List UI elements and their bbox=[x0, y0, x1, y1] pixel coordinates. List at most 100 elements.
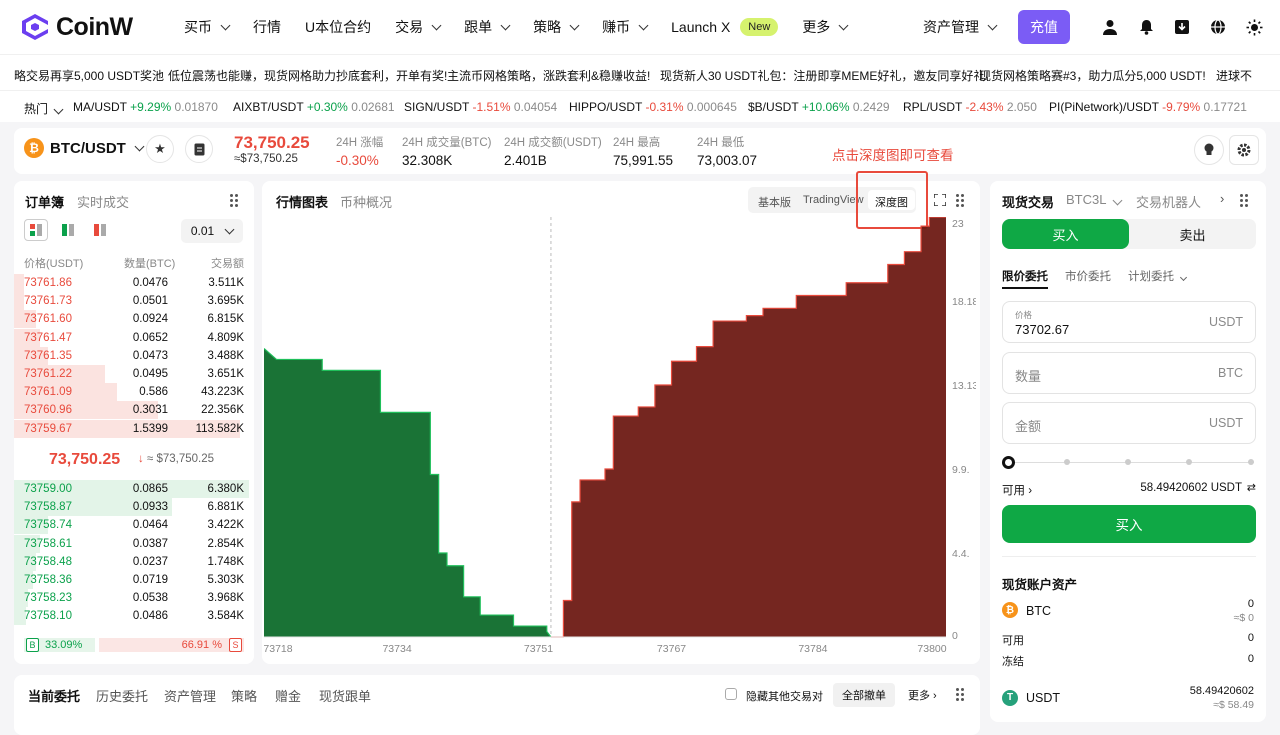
orderbook-row[interactable]: 73761.35 0.0473 3.488K bbox=[14, 346, 254, 365]
orderbook-row[interactable]: 73758.61 0.0387 2.854K bbox=[14, 534, 254, 553]
mode-tradingview[interactable]: TradingView bbox=[803, 194, 864, 206]
drag-handle-icon[interactable] bbox=[230, 194, 240, 207]
nav-item[interactable]: 策略 bbox=[521, 0, 590, 54]
market-ticker-item[interactable]: SIGN/USDT -1.51% 0.04054 bbox=[404, 100, 557, 114]
orderbook-row[interactable]: 73759.00 0.0865 6.380K bbox=[14, 480, 254, 498]
drag-handle-icon[interactable] bbox=[956, 688, 966, 701]
row-total: 3.651K bbox=[207, 368, 244, 380]
quantity-input[interactable]: 数量 BTC bbox=[1002, 352, 1256, 394]
row-total: 1.748K bbox=[207, 555, 244, 568]
nav-item[interactable]: 赚币 bbox=[590, 0, 659, 54]
market-ticker-item[interactable]: HIPPO/USDT -0.31% 0.000645 bbox=[569, 100, 737, 114]
view-asks-icon[interactable] bbox=[88, 219, 112, 241]
more-link[interactable]: 更多 › bbox=[908, 687, 937, 703]
amount-input[interactable]: 金额 USDT bbox=[1002, 402, 1256, 444]
tab-market-order[interactable]: 市价委托 bbox=[1065, 268, 1111, 284]
orderbook-row[interactable]: 73758.48 0.0237 1.748K bbox=[14, 552, 254, 571]
nav-item[interactable]: 买币 bbox=[172, 0, 241, 54]
tab-orders-4[interactable]: 赠金 bbox=[275, 686, 301, 705]
tab-chart[interactable]: 行情图表 bbox=[276, 192, 328, 211]
orderbook-row[interactable]: 73758.74 0.0464 3.422K bbox=[14, 516, 254, 535]
nav-item[interactable]: 跟单 bbox=[452, 0, 521, 54]
available-label[interactable]: 可用 › bbox=[1002, 482, 1032, 498]
asset-management-menu[interactable]: 资产管理 bbox=[913, 17, 1006, 37]
price-input[interactable]: 价格 73702.67 USDT bbox=[1002, 301, 1256, 343]
orderbook-row[interactable]: 73761.47 0.0652 4.809K bbox=[14, 328, 254, 347]
nav-item[interactable]: 交易 bbox=[383, 0, 452, 54]
tab-orders-1[interactable]: 历史委托 bbox=[96, 686, 148, 705]
nav-item[interactable]: U本位合约 bbox=[293, 0, 383, 54]
notice-item[interactable]: 主流币网格策略，涨跌套利&稳赚收益! bbox=[447, 67, 650, 84]
row-quantity: 0.0387 bbox=[132, 537, 168, 550]
cancel-all-button[interactable]: 全部撤单 bbox=[833, 683, 895, 707]
nav-item[interactable]: 行情 bbox=[241, 0, 293, 54]
logo[interactable]: CoinW bbox=[22, 13, 172, 42]
drag-handle-icon[interactable] bbox=[1240, 194, 1250, 207]
tab-orders-0[interactable]: 当前委托 bbox=[28, 686, 80, 705]
deposit-button[interactable]: 充值 bbox=[1018, 10, 1070, 44]
document-icon[interactable] bbox=[185, 135, 213, 163]
ticker-price: 0.17721 bbox=[1203, 100, 1247, 114]
tab-order-book[interactable]: 订单簿 bbox=[25, 192, 64, 211]
orderbook-row[interactable]: 73761.22 0.0495 3.651K bbox=[14, 365, 254, 383]
market-ticker-item[interactable]: MA/USDT +9.29% 0.01870 bbox=[73, 100, 218, 114]
notice-item[interactable]: 略交易再享5,000 USDT奖池 bbox=[14, 67, 164, 84]
hide-other-checkbox[interactable] bbox=[725, 688, 737, 700]
user-icon[interactable] bbox=[1092, 0, 1128, 54]
lightbulb-icon[interactable] bbox=[1194, 135, 1224, 165]
pair-selector[interactable]: ₿ BTC/USDT bbox=[24, 138, 145, 158]
tab-btc3l[interactable]: BTC3L bbox=[1066, 192, 1123, 207]
favorite-star-icon[interactable]: ★ bbox=[146, 135, 174, 163]
nav-item[interactable]: 更多 bbox=[790, 0, 859, 54]
orderbook-row[interactable]: 73761.86 0.0476 3.511K bbox=[14, 274, 254, 292]
orderbook-row[interactable]: 73758.87 0.0933 6.881K bbox=[14, 498, 254, 517]
notice-item[interactable]: 进球不 bbox=[1216, 67, 1252, 84]
mode-basic[interactable]: 基本版 bbox=[758, 194, 791, 210]
orderbook-row[interactable]: 73760.96 0.3031 22.356K bbox=[14, 401, 254, 420]
sun-theme-icon[interactable] bbox=[1236, 0, 1272, 54]
tab-limit-order[interactable]: 限价委托 bbox=[1002, 268, 1048, 289]
orderbook-row[interactable]: 73758.23 0.0538 3.968K bbox=[14, 589, 254, 608]
tab-coin-info[interactable]: 币种概况 bbox=[340, 192, 392, 211]
chevron-right-icon[interactable]: › bbox=[1220, 191, 1224, 206]
tab-orders-2[interactable]: 资产管理 bbox=[164, 686, 216, 705]
precision-select[interactable]: 0.01 bbox=[181, 219, 243, 243]
download-icon[interactable] bbox=[1164, 0, 1200, 54]
sell-tab[interactable]: 卖出 bbox=[1129, 219, 1256, 249]
notice-item[interactable]: 低位震荡也能赚，现货网格助力抄底套利，开单有奖! bbox=[168, 67, 447, 84]
market-ticker-item[interactable]: RPL/USDT -2.43% 2.050 bbox=[903, 100, 1037, 114]
view-both-icon[interactable] bbox=[24, 219, 48, 241]
slider-thumb[interactable] bbox=[1002, 456, 1015, 469]
depth-chart[interactable]: 73718 73734 73751 73767 73784 73800 23 18.18. 13… bbox=[264, 217, 976, 662]
tab-spot-trade[interactable]: 现货交易 bbox=[1002, 192, 1054, 211]
buy-tab[interactable]: 买入 bbox=[1002, 219, 1129, 249]
orderbook-row[interactable]: 73761.73 0.0501 3.695K bbox=[14, 292, 254, 311]
drag-handle-icon[interactable] bbox=[956, 194, 966, 207]
notice-item[interactable]: 现货网格策略赛#3，助力瓜分5,000 USDT! bbox=[979, 67, 1206, 84]
tab-plan-order[interactable]: 计划委托 bbox=[1128, 268, 1188, 284]
globe-icon[interactable] bbox=[1200, 0, 1236, 54]
row-price: 73759.67 bbox=[24, 422, 72, 435]
orderbook-row[interactable]: 73758.10 0.0486 3.584K bbox=[14, 607, 254, 626]
orderbook-row[interactable]: 73761.60 0.0924 6.815K bbox=[14, 310, 254, 329]
market-ticker-item[interactable]: $B/USDT +10.06% 0.2429 bbox=[748, 100, 890, 114]
view-bids-icon[interactable] bbox=[56, 219, 80, 241]
fullscreen-icon[interactable] bbox=[933, 193, 947, 207]
tab-orders-5[interactable]: 现货跟单 bbox=[319, 686, 371, 705]
orderbook-row[interactable]: 73761.09 0.586 43.223K bbox=[14, 383, 254, 402]
notice-item[interactable]: 现货新人30 USDT礼包：注册即享MEME好礼，邀友同享好礼! bbox=[660, 67, 989, 84]
settings-gear-icon[interactable] bbox=[1229, 135, 1259, 165]
tab-orders-3[interactable]: 策略 bbox=[231, 686, 257, 705]
logo-mark-icon bbox=[22, 14, 48, 40]
orderbook-row[interactable]: 73759.67 1.5399 113.582K bbox=[14, 419, 254, 438]
nav-item[interactable]: Launch X New bbox=[659, 0, 790, 54]
market-ticker-item[interactable]: PI(PiNetwork)/USDT -9.79% 0.17721 bbox=[1049, 100, 1247, 114]
orderbook-row[interactable]: 73758.36 0.0719 5.303K bbox=[14, 571, 254, 589]
tab-recent-trades[interactable]: 实时成交 bbox=[77, 192, 129, 211]
buy-submit-button[interactable]: 买入 bbox=[1002, 505, 1256, 543]
bell-icon[interactable] bbox=[1128, 0, 1164, 54]
market-ticker-item[interactable]: AIXBT/USDT +0.30% 0.02681 bbox=[233, 100, 395, 114]
tab-trading-bot[interactable]: 交易机器人 bbox=[1136, 192, 1201, 211]
transfer-icon[interactable]: ⇄ bbox=[1247, 481, 1256, 494]
hot-dropdown[interactable]: 热门 bbox=[24, 100, 64, 117]
